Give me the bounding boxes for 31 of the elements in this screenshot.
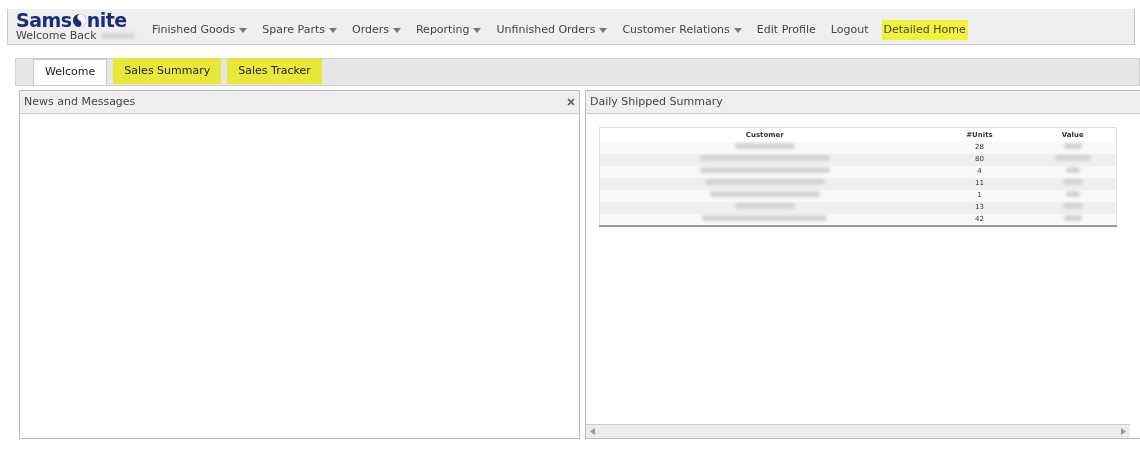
- scroll-left-icon[interactable]: [590, 428, 595, 435]
- redacted-text: [100, 33, 135, 39]
- nav-link[interactable]: Finished Goods: [150, 19, 250, 41]
- close-icon[interactable]: [567, 98, 575, 106]
- nav-link[interactable]: Detailed Home: [881, 19, 968, 41]
- redacted-text: [1063, 143, 1082, 150]
- redacted-text: [1054, 155, 1091, 162]
- nav-link[interactable]: Reporting: [413, 19, 484, 41]
- redacted-text: [1062, 179, 1083, 186]
- tab[interactable]: Sales Summary: [113, 58, 222, 84]
- redacted-text: [1062, 203, 1083, 210]
- redacted-text: [734, 143, 795, 150]
- logo-text: Sams: [16, 11, 72, 29]
- tab[interactable]: Sales Tracker: [227, 58, 322, 84]
- nav-link[interactable]: Edit Profile: [754, 19, 818, 41]
- nav-link[interactable]: Spare Parts: [260, 19, 339, 41]
- nav-link[interactable]: Logout: [828, 19, 871, 41]
- redacted-text: [1065, 191, 1080, 198]
- nav-link[interactable]: Customer Relations: [620, 19, 744, 41]
- tab[interactable]: Welcome: [33, 59, 108, 85]
- scroll-right-icon[interactable]: [1121, 428, 1126, 435]
- redacted-text: [1063, 214, 1082, 221]
- logo-swirl-icon: [71, 12, 87, 28]
- welcome-text: Welcome Back: [16, 29, 97, 43]
- logo-text: nite: [86, 11, 127, 29]
- nav-link[interactable]: Orders: [349, 19, 403, 41]
- panel-title: News and Messages: [24, 93, 136, 110]
- nav-link[interactable]: Unfinished Orders: [494, 19, 610, 41]
- redacted-text: [1065, 167, 1080, 174]
- redacted-text: [734, 203, 795, 210]
- panel-title: Daily Shipped Summary: [590, 93, 723, 110]
